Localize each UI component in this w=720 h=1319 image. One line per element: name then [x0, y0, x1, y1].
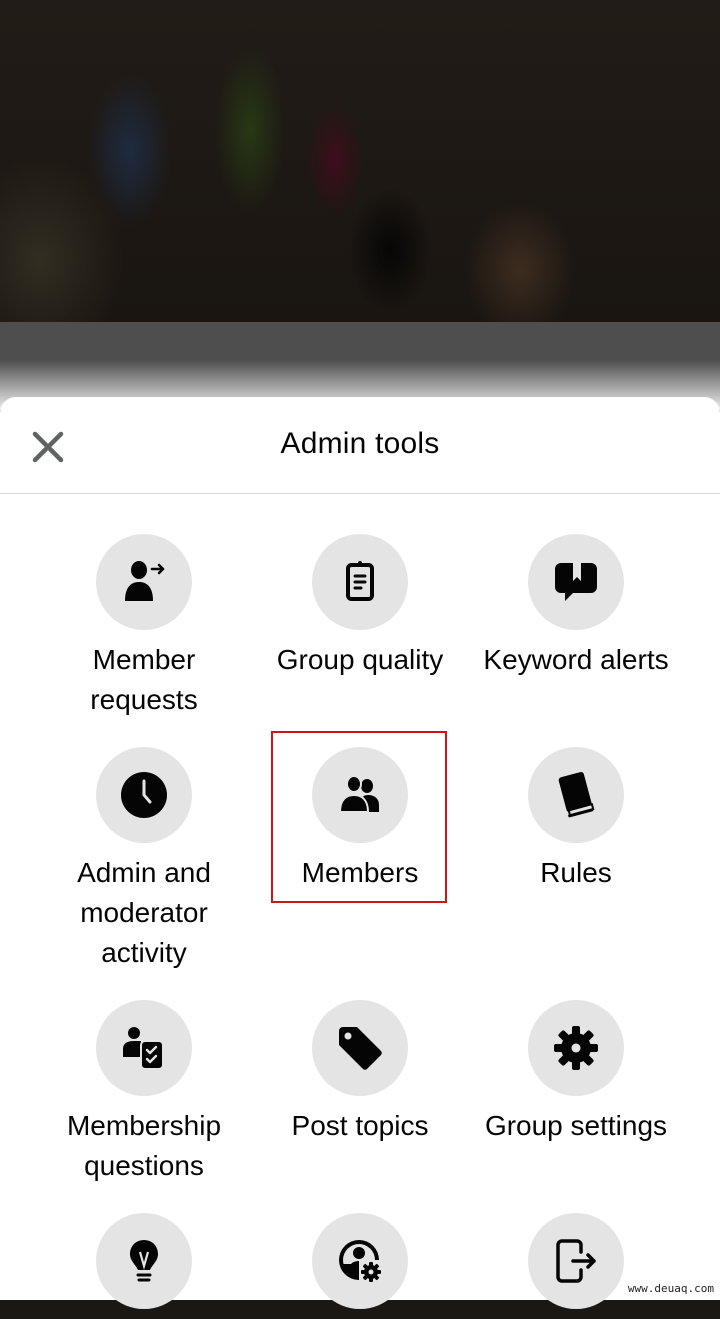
tool-label: Post topics [291, 1110, 429, 1141]
tool-label: Admin and moderator activity [77, 857, 211, 968]
person-gear-icon [339, 1240, 381, 1282]
tool-label: Group settings [484, 1110, 668, 1141]
tool-label: Members [301, 857, 419, 888]
people-icon [338, 775, 379, 813]
person-checklist-icon [123, 1027, 164, 1070]
tool-admin-settings[interactable] [252, 1213, 468, 1319]
tool-icon-circle [528, 534, 624, 630]
tool-keyword-alerts[interactable]: Keyword alerts [468, 534, 684, 680]
tool-label: Group quality [276, 644, 444, 675]
tool-label: Member requests [90, 644, 198, 715]
tool-icon-circle [96, 1213, 192, 1309]
sheet-header: Admin tools [0, 397, 720, 494]
tool-icon-circle [312, 1000, 408, 1096]
book-icon [558, 772, 595, 818]
tool-group-quality[interactable]: Group quality [252, 534, 468, 680]
tool-icon-circle [96, 534, 192, 630]
person-arrow-icon [125, 561, 165, 601]
tool-suggestions[interactable] [36, 1213, 252, 1319]
tool-icon-circle [312, 747, 408, 843]
tag-icon [339, 1027, 382, 1070]
clock-icon [121, 772, 167, 818]
tool-leave-group[interactable] [468, 1213, 684, 1319]
tool-membership-questions[interactable]: Membership questions [36, 1000, 252, 1186]
close-button[interactable] [28, 427, 68, 467]
clipboard-icon [346, 561, 374, 601]
tool-icon-circle [528, 1213, 624, 1309]
tool-admin-moderator-activity[interactable]: Admin and moderator activity [36, 747, 252, 973]
tool-member-requests[interactable]: Member requests [36, 534, 252, 720]
tool-icon-circle [96, 747, 192, 843]
sheet-title: Admin tools [280, 427, 440, 460]
close-icon [32, 431, 64, 463]
tool-icon-circle [312, 1213, 408, 1309]
tool-icon-circle [96, 1000, 192, 1096]
tool-icon-circle [528, 1000, 624, 1096]
tool-post-topics[interactable]: Post topics [252, 1000, 468, 1146]
tool-icon-circle [312, 534, 408, 630]
tool-rules[interactable]: Rules [468, 747, 684, 893]
tool-label: Keyword alerts [483, 644, 669, 675]
tool-members[interactable]: Members [252, 747, 468, 893]
tool-label: Membership questions [66, 1110, 222, 1181]
tool-icon-circle [528, 747, 624, 843]
lightbulb-icon [130, 1240, 158, 1282]
tool-group-settings[interactable]: Group settings [468, 1000, 684, 1146]
watermark: www.deuaq.com [627, 1282, 714, 1295]
speech-bookmark-icon [555, 563, 597, 601]
tool-label: Rules [540, 857, 612, 888]
exit-icon [556, 1239, 596, 1283]
gear-icon [554, 1026, 598, 1070]
